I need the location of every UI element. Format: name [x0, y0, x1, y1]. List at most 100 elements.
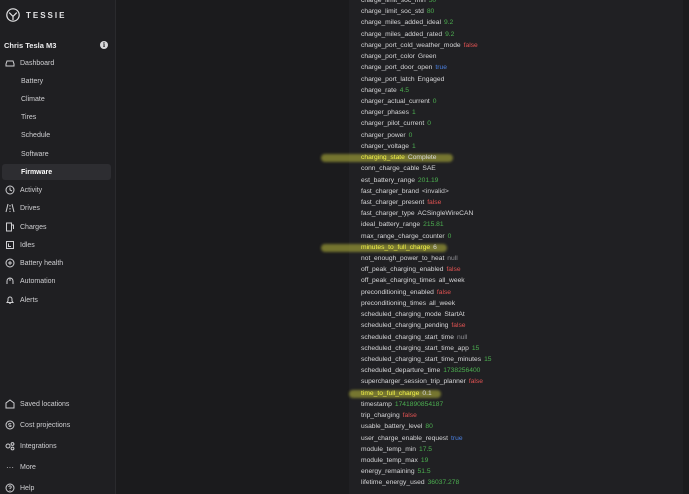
nav-label-charges: Charges [20, 223, 47, 231]
car-icon [5, 58, 15, 68]
data-value: false [451, 322, 466, 330]
data-row: max_range_charge_counter 0 [361, 231, 492, 242]
data-row: scheduled_charging_pending false [361, 320, 492, 331]
brand[interactable]: TESSIE [6, 6, 66, 24]
data-value: 6 [433, 243, 437, 251]
data-value: 36037.278 [427, 479, 460, 487]
data-key: time_to_full_charge [361, 389, 420, 397]
data-row: time_to_full_charge 0.1 [349, 388, 492, 399]
data-key: ideal_battery_range [361, 221, 421, 229]
data-row: scheduled_charging_start_time_app 15 [361, 343, 492, 354]
data-row: usable_battery_level 80 [361, 421, 492, 432]
firmware-data-panel[interactable]: charge_limit_soc_min 50 charge_limit_soc_s… [321, 0, 683, 494]
nav-item-drives[interactable]: Drives [2, 200, 111, 216]
data-value: <invalid> [422, 187, 449, 195]
nav-item-automation[interactable]: Automation [2, 273, 111, 289]
data-value: all_week [429, 299, 456, 307]
nav-sub-schedule[interactable]: Schedule [2, 127, 111, 143]
data-row: charge_miles_added_rated 9.2 [361, 29, 492, 40]
brand-name: TESSIE [26, 10, 67, 20]
nav-sub-battery[interactable]: Battery [2, 73, 111, 89]
data-value: all_week [438, 277, 465, 285]
nav-item-idles[interactable]: Idles [2, 237, 111, 253]
automation-icon [5, 276, 15, 286]
data-value: 215.81 [423, 221, 444, 229]
data-key: charge_miles_added_rated [361, 30, 443, 38]
data-row: charging_state Complete [321, 152, 492, 163]
data-value: true [451, 434, 463, 442]
data-row: charge_port_color Green [361, 51, 492, 62]
data-key: scheduled_charging_mode [361, 311, 442, 319]
nav-label-idles: Idles [20, 241, 35, 249]
info-icon[interactable]: i [100, 41, 108, 49]
nav-label-integrations: Integrations [20, 442, 57, 450]
nav-sub-tires[interactable]: Tires [2, 109, 111, 125]
data-key: scheduled_departure_time [361, 367, 441, 375]
nav-label-battery: Battery [21, 77, 44, 85]
data-row: preconditioning_times all_week [361, 298, 492, 309]
idles-icon [5, 240, 15, 250]
data-key: module_temp_max [361, 456, 418, 464]
data-value: 0.1 [422, 389, 432, 397]
vehicle-selector[interactable]: Chris Tesla M3 i [4, 38, 108, 52]
nav-item-integrations[interactable]: Integrations [2, 438, 111, 454]
vehicle-data-list: charge_limit_soc_min 50 charge_limit_soc_s… [321, 0, 492, 489]
data-key: est_battery_range [361, 176, 415, 184]
data-value: 0 [447, 232, 452, 240]
nav-label-cost-projections: Cost projections [20, 421, 71, 429]
data-row: charger_voltage 1 [361, 141, 492, 152]
data-row: charger_power 0 [361, 130, 492, 141]
data-key: scheduled_charging_start_time [361, 333, 454, 341]
data-row: off_peak_charging_enabled false [361, 264, 492, 275]
nav-label-schedule: Schedule [21, 131, 51, 139]
data-key: charge_limit_soc_min [361, 0, 426, 4]
data-row: charge_port_cold_weather_mode false [361, 40, 492, 51]
data-key: off_peak_charging_times [361, 277, 436, 285]
data-value: 1 [411, 142, 416, 150]
data-value: 80 [425, 423, 433, 431]
data-key: preconditioning_enabled [361, 288, 434, 296]
data-value: 17.5 [419, 445, 433, 453]
nav-item-saved-locations[interactable]: Saved locations [2, 396, 111, 412]
data-value: 0 [427, 120, 431, 128]
nav-item-cost-projections[interactable]: Cost projections [2, 417, 111, 433]
nav-item-charges[interactable]: Charges [2, 219, 111, 235]
data-row: est_battery_range 201.19 [361, 175, 492, 186]
nav-item-alerts[interactable]: Alerts [2, 292, 111, 308]
data-row: not_enough_power_to_heat null [361, 253, 492, 264]
nav-label-more: More [20, 463, 36, 471]
nav-item-help[interactable]: Help [2, 480, 111, 494]
nav-item-dashboard[interactable]: Dashboard [2, 55, 111, 71]
data-row: charger_actual_current 0 [361, 96, 492, 107]
nav-item-activity[interactable]: Activity [2, 182, 111, 198]
data-row: ideal_battery_range 215.81 [361, 219, 492, 230]
nav-sub-software[interactable]: Software [2, 146, 111, 162]
nav-sub-firmware[interactable]: Firmware [2, 164, 111, 180]
data-row: trip_charging false [361, 410, 492, 421]
data-key: not_enough_power_to_heat [361, 255, 445, 263]
data-row: energy_remaining 51.5 [361, 466, 492, 477]
data-key: lifetime_energy_used [361, 479, 425, 487]
data-value: 15 [471, 344, 480, 352]
nav-sub-climate[interactable]: Climate [2, 91, 111, 107]
data-value: 9.2 [443, 19, 454, 27]
data-value: 0 [432, 97, 437, 105]
data-key: charging_state [361, 154, 405, 162]
data-row: conn_charge_cable SAE [361, 163, 492, 174]
nav-label-tires: Tires [21, 113, 37, 121]
more-icon: ··· [6, 462, 14, 472]
data-key: charge_port_latch [361, 75, 415, 83]
data-key: scheduled_charging_start_time_app [361, 344, 469, 352]
nav-item-battery-health[interactable]: Battery health [2, 255, 111, 271]
nav-item-more[interactable]: ··· More [2, 459, 111, 475]
sidebar: TESSIE Chris Tesla M3 i Dashboard Batter… [0, 0, 116, 494]
data-row: charge_rate 4.5 [361, 85, 492, 96]
data-key: charger_pilot_current [361, 120, 425, 128]
data-value: true [435, 64, 447, 72]
charges-icon [5, 222, 15, 232]
data-value: StartAt [444, 311, 465, 319]
nav-label-dashboard: Dashboard [20, 59, 55, 67]
data-key: max_range_charge_counter [361, 232, 445, 240]
battery-icon [5, 258, 15, 268]
data-key: trip_charging [361, 412, 400, 420]
